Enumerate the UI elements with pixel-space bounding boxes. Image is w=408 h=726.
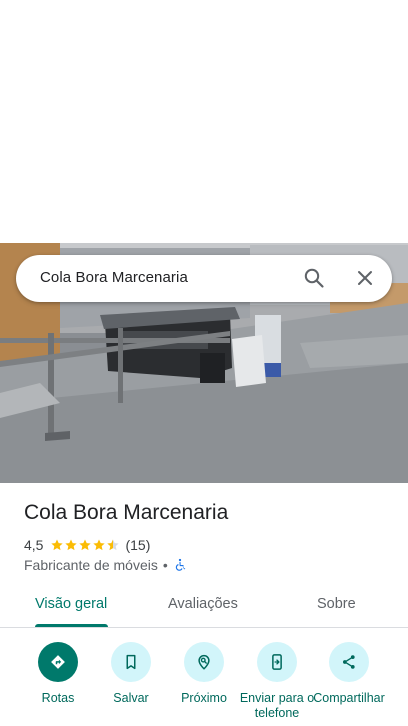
- active-tab-indicator: [35, 624, 108, 627]
- bookmark-icon[interactable]: [111, 642, 151, 682]
- close-icon[interactable]: [353, 266, 377, 290]
- tab-reviews[interactable]: Avaliações: [168, 596, 238, 612]
- place-category: Fabricante de móveis: [24, 557, 158, 573]
- directions-button[interactable]: Rotas: [18, 642, 98, 706]
- search-query-text[interactable]: Cola Bora Marcenaria: [40, 269, 188, 286]
- action-bar: Rotas Salvar Próximo Enviar para o telef…: [0, 640, 408, 726]
- save-label: Salvar: [113, 691, 149, 705]
- separator-dot: •: [162, 557, 168, 573]
- star-icon: [93, 539, 106, 551]
- share-button[interactable]: Compartilhar: [309, 642, 389, 706]
- star-icon: [51, 539, 64, 551]
- nearby-button[interactable]: Próximo: [164, 642, 244, 706]
- review-count[interactable]: (15): [125, 537, 150, 553]
- category-row: Fabricante de móveis •: [24, 556, 187, 574]
- save-button[interactable]: Salvar: [91, 642, 171, 706]
- share-icon[interactable]: [329, 642, 369, 682]
- map-area[interactable]: [0, 0, 408, 243]
- tab-bar: Visão geral Avaliações Sobre: [0, 584, 408, 628]
- star-half-icon: [107, 539, 120, 551]
- nearby-icon[interactable]: [184, 642, 224, 682]
- directions-label: Rotas: [41, 691, 75, 705]
- share-label: Compartilhar: [313, 691, 385, 705]
- search-icon[interactable]: [302, 266, 326, 290]
- tab-about[interactable]: Sobre: [317, 596, 356, 612]
- star-icon: [79, 539, 92, 551]
- directions-icon[interactable]: [38, 642, 78, 682]
- place-name: Cola Bora Marcenaria: [24, 501, 229, 524]
- rating-stars: [50, 538, 120, 552]
- star-icon: [65, 539, 78, 551]
- send-to-phone-icon[interactable]: [257, 642, 297, 682]
- search-bar[interactable]: Cola Bora Marcenaria: [16, 255, 392, 302]
- tab-overview[interactable]: Visão geral: [35, 596, 107, 612]
- rating-value: 4,5: [24, 537, 44, 553]
- send-to-phone-button[interactable]: Enviar para o telefone: [237, 642, 317, 721]
- wheelchair-icon: [175, 558, 185, 571]
- nearby-label: Próximo: [181, 691, 227, 705]
- rating-row[interactable]: 4,5 (15): [24, 536, 150, 554]
- send-to-phone-label: Enviar para o telefone: [239, 691, 315, 720]
